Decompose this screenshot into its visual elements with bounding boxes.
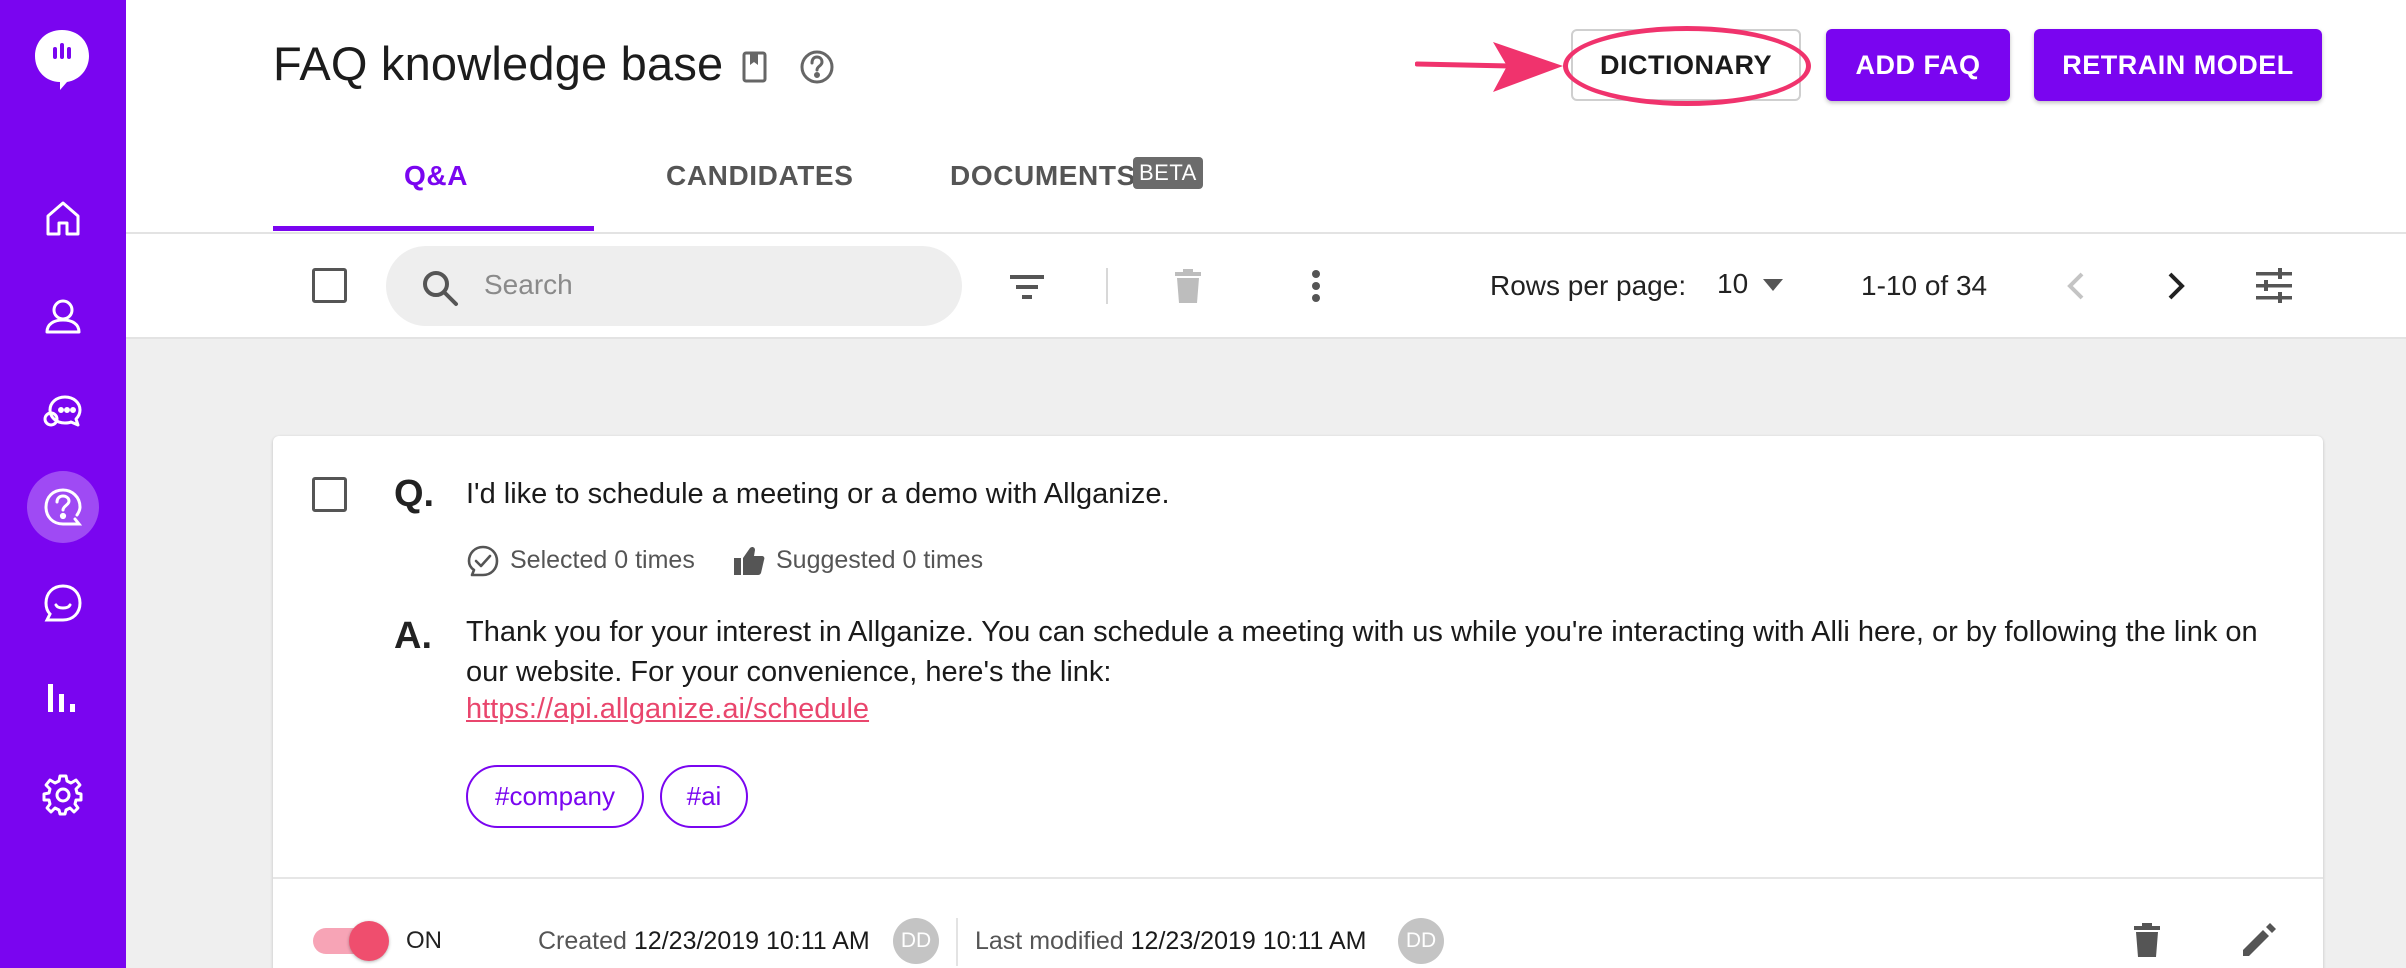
- select-all-checkbox[interactable]: [312, 268, 347, 303]
- page-title: FAQ knowledge base: [273, 37, 724, 90]
- page-range: 1-10 of 34: [1861, 270, 1988, 301]
- sidebar-item-users[interactable]: [27, 280, 99, 352]
- chevron-left-icon[interactable]: [2057, 266, 2097, 306]
- user-icon: [45, 299, 81, 334]
- bookmark-book-icon[interactable]: [735, 48, 773, 86]
- thumbs-up-icon: [734, 546, 765, 575]
- status-label: ON: [406, 927, 442, 954]
- settings-icon: [42, 774, 83, 816]
- footer-divider: [956, 918, 958, 966]
- delete-icon[interactable]: [1168, 266, 1208, 306]
- faq-item-checkbox[interactable]: [312, 477, 347, 512]
- suggested-count: Suggested 0 times: [776, 546, 984, 574]
- status-toggle-thumb[interactable]: [349, 921, 389, 961]
- column-settings-icon[interactable]: [2254, 266, 2294, 306]
- chevron-right-icon[interactable]: [2155, 266, 2195, 306]
- conversation-icon: [44, 584, 82, 622]
- edit-icon[interactable]: [2239, 920, 2279, 960]
- toolbar-divider-line: [126, 337, 2406, 339]
- created-info: Created 12/23/2019 10:11 AM: [538, 927, 870, 956]
- question-marker: Q.: [394, 473, 435, 515]
- sidebar-item-conversations[interactable]: [27, 375, 99, 447]
- answer-marker: A.: [394, 615, 432, 657]
- toolbar-divider: [1106, 268, 1108, 304]
- avatar: DD: [893, 918, 939, 964]
- selected-check-icon: [467, 545, 499, 577]
- faq-answer: Thank you for your interest in Allganize…: [466, 616, 2258, 688]
- sidebar: [0, 0, 126, 968]
- card-footer-divider: [273, 877, 2323, 879]
- sidebar-item-settings[interactable]: [27, 758, 99, 830]
- app-logo-icon[interactable]: [33, 28, 91, 92]
- selected-count: Selected 0 times: [510, 546, 695, 574]
- more-vertical-icon[interactable]: [1296, 266, 1336, 306]
- rows-per-page-select[interactable]: 10: [1717, 268, 1748, 300]
- modified-label: Last modified: [975, 927, 1124, 955]
- retrain-model-button[interactable]: RETRAIN MODEL: [2034, 29, 2322, 101]
- sidebar-item-chat[interactable]: [27, 567, 99, 639]
- active-tab-indicator: [273, 226, 594, 231]
- tab-documents[interactable]: DOCUMENTS: [950, 160, 1136, 192]
- delete-icon[interactable]: [2127, 920, 2167, 960]
- tag-ai[interactable]: #ai: [660, 765, 748, 828]
- sidebar-item-home[interactable]: [27, 182, 99, 254]
- chat-bubbles-icon: [43, 395, 82, 427]
- analytics-icon: [48, 684, 75, 712]
- chevron-down-icon[interactable]: [1762, 278, 1784, 292]
- modified-date: 12/23/2019 10:11 AM: [1130, 927, 1367, 955]
- search-icon: [423, 271, 458, 306]
- home-icon: [46, 201, 80, 236]
- tabs-divider: [126, 232, 2406, 234]
- filter-icon[interactable]: [1007, 267, 1047, 307]
- add-faq-button[interactable]: ADD FAQ: [1826, 29, 2010, 101]
- created-date: 12/23/2019 10:11 AM: [633, 927, 870, 955]
- sidebar-item-faq[interactable]: [27, 471, 99, 543]
- avatar: DD: [1398, 918, 1444, 964]
- created-label: Created: [538, 927, 627, 955]
- sidebar-item-analytics[interactable]: [27, 662, 99, 734]
- faq-icon: [44, 488, 83, 526]
- search-input[interactable]: [484, 262, 924, 308]
- beta-badge: BETA: [1133, 157, 1203, 189]
- tab-qa[interactable]: Q&A: [404, 160, 468, 192]
- answer-link[interactable]: https://api.allganize.ai/schedule: [466, 693, 869, 726]
- annotation-highlight: [1563, 26, 1811, 106]
- tab-candidates[interactable]: CANDIDATES: [666, 160, 853, 192]
- modified-info: Last modified 12/23/2019 10:11 AM: [975, 927, 1367, 956]
- tag-company[interactable]: #company: [466, 765, 644, 828]
- annotation-arrow-icon: [1415, 42, 1563, 92]
- help-icon[interactable]: [798, 48, 836, 86]
- rows-per-page-label: Rows per page:: [1490, 270, 1687, 301]
- faq-question: I'd like to schedule a meeting or a demo…: [466, 478, 1170, 510]
